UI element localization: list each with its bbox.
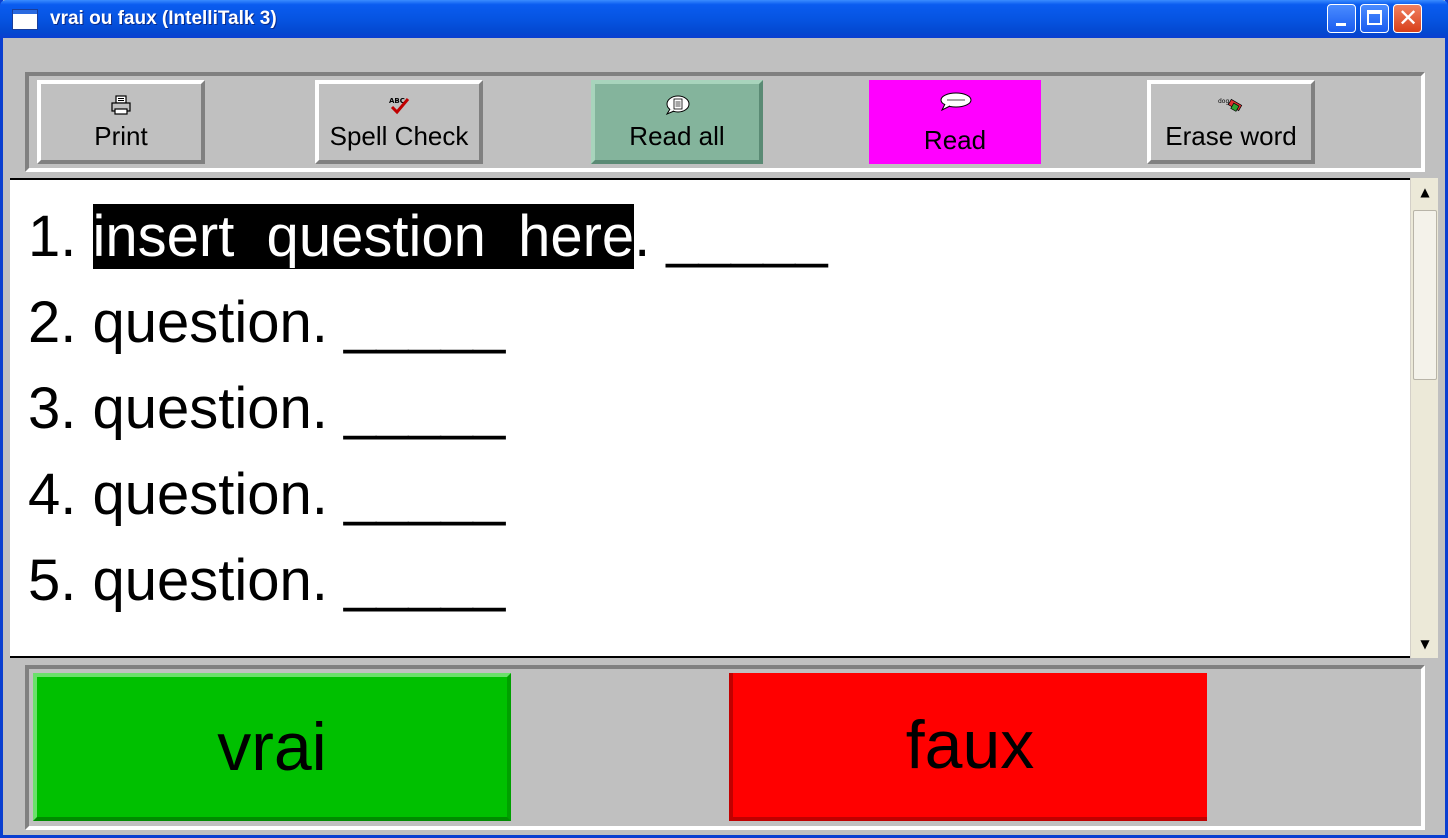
svg-text:dog: dog — [1218, 98, 1229, 105]
close-button[interactable]: ✕ — [1393, 4, 1422, 33]
close-icon: ✕ — [1397, 4, 1419, 32]
read-button[interactable]: Read — [869, 80, 1041, 164]
question-line[interactable]: 4. question. _____ — [28, 452, 828, 538]
window-title: vrai ou faux (IntelliTalk 3) — [50, 8, 277, 29]
answer-panel: vrai faux — [25, 665, 1425, 830]
erase-word-label: Erase word — [1165, 121, 1297, 151]
scrollbar-thumb[interactable] — [1413, 210, 1437, 380]
minimize-button[interactable] — [1327, 4, 1356, 33]
toolbar: Print ABC Spell Check Read all Read dog … — [25, 72, 1425, 172]
erase-word-button[interactable]: dog Erase word — [1147, 80, 1315, 164]
document-area[interactable]: 1. insert question here. _____ 2. questi… — [10, 178, 1438, 658]
spell-check-icon: ABC — [319, 94, 479, 116]
read-label: Read — [923, 125, 987, 155]
vertical-scrollbar[interactable]: ▲ ▼ — [1410, 178, 1438, 658]
question-line[interactable]: 2. question. _____ — [28, 280, 828, 366]
print-button[interactable]: Print — [37, 80, 205, 164]
question-line[interactable]: 1. insert question here. _____ — [28, 194, 828, 280]
maximize-icon — [1367, 10, 1382, 25]
question-text: question. _____ — [92, 462, 506, 527]
read-all-button[interactable]: Read all — [591, 80, 763, 164]
question-line[interactable]: 3. question. _____ — [28, 366, 828, 452]
minimize-icon — [1336, 23, 1346, 26]
faux-button[interactable]: faux — [729, 673, 1207, 821]
document-text[interactable]: 1. insert question here. _____ 2. questi… — [28, 194, 828, 624]
question-number: 5. — [28, 548, 93, 613]
spell-check-button[interactable]: ABC Spell Check — [315, 80, 483, 164]
speech-bubble-document-icon — [595, 94, 759, 116]
question-text: question. _____ — [92, 376, 506, 441]
maximize-button[interactable] — [1360, 4, 1389, 33]
scroll-down-icon[interactable]: ▼ — [1411, 630, 1439, 658]
print-label: Print — [94, 121, 148, 151]
scroll-up-icon[interactable]: ▲ — [1411, 178, 1439, 206]
question-line[interactable]: 5. question. _____ — [28, 538, 828, 624]
question-number: 2. — [28, 290, 93, 355]
speech-bubble-icon — [869, 90, 1041, 112]
eraser-icon: dog — [1151, 94, 1311, 116]
title-bar[interactable]: vrai ou faux (IntelliTalk 3) ✕ — [0, 0, 1448, 38]
spell-check-label: Spell Check — [329, 121, 469, 151]
answer-blank: . _____ — [634, 204, 828, 269]
question-number: 3. — [28, 376, 93, 441]
question-text: question. _____ — [92, 548, 506, 613]
selected-text[interactable]: insert question here — [92, 204, 635, 269]
vrai-button[interactable]: vrai — [33, 673, 511, 821]
app-icon — [12, 9, 38, 30]
printer-icon — [41, 94, 201, 116]
question-text: question. _____ — [92, 290, 506, 355]
question-number: 1. — [28, 204, 93, 269]
read-all-label: Read all — [629, 121, 725, 151]
question-number: 4. — [28, 462, 93, 527]
